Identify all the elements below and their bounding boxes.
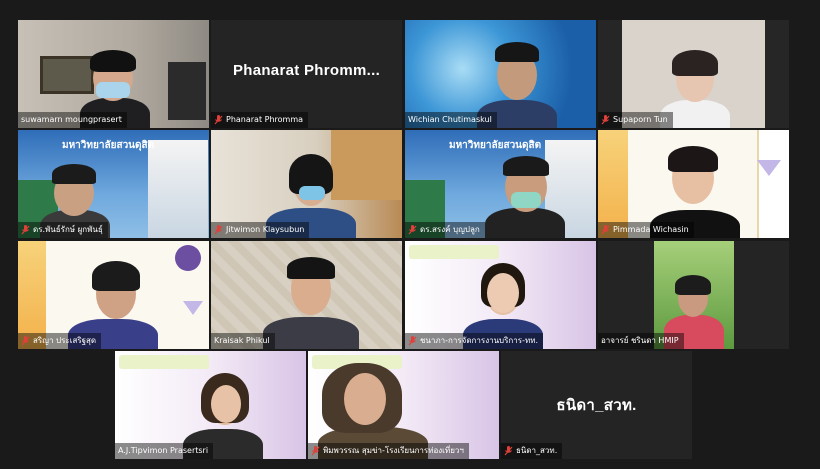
video-tile-5[interactable]: มหาวิทยาลัยสวนดุสิต ดร.พันธ์รักษ์ ผูกพัน… [18,130,209,238]
mic-muted-icon [214,115,223,125]
participant-name: Wichian Chutimaskul [408,115,492,124]
participant-display-name: ธนิดา_สวท. [556,397,637,414]
video-tile-4[interactable]: Supaporn Tun [598,20,789,128]
mic-muted-icon [214,225,223,235]
participant-name-tag: Kraisak Phikul [211,333,275,349]
participant-name-tag: ดร.สรงค์ บุญปลูก [405,222,485,238]
mic-muted-icon [21,225,30,235]
participant-name: พิมพวรรณ สุมข่า-โรงเรียนการท่องเที่ยวฯ [323,446,464,455]
participant-name-tag: ชนาภา-การจัดการงานบริการ-ทท. [405,333,544,349]
participant-name-tag: พิมพวรรณ สุมข่า-โรงเรียนการท่องเที่ยวฯ [308,443,469,459]
participant-name: ดร.สรงค์ บุญปลูก [420,225,480,234]
participant-name: Jitwimon Klaysubun [226,225,305,234]
video-tile-6[interactable]: Jitwimon Klaysubun [211,130,402,238]
participant-name: ชนาภา-การจัดการงานบริการ-ทท. [420,336,539,345]
participant-display-name: Phanarat Phromm... [232,62,381,79]
video-tile-10[interactable]: Kraisak Phikul [211,241,402,349]
mic-muted-icon [601,115,610,125]
mic-muted-icon [21,336,30,346]
university-banner: มหาวิทยาลัยสวนดุสิต [62,140,155,151]
participant-name: A.J.Tipvimon Prasertsri [118,446,209,455]
participant-name-tag: Jitwimon Klaysubun [211,222,310,238]
mic-muted-icon [601,225,610,235]
video-tile-12[interactable]: อาจารย์ ชรินดา HMIP [598,241,789,349]
video-tile-8[interactable]: Pimmada Wichasin [598,130,789,238]
participant-name-tag: Supaporn Tun [598,112,673,128]
video-tile-14[interactable]: พิมพวรรณ สุมข่า-โรงเรียนการท่องเที่ยวฯ [308,351,499,459]
participant-name-tag: อาจารย์ ชรินดา HMIP [598,333,684,349]
video-tile-11[interactable]: ชนาภา-การจัดการงานบริการ-ทท. [405,241,596,349]
video-tile-7[interactable]: มหาวิทยาลัยสวนดุสิต ดร.สรงค์ บุญปลูก [405,130,596,238]
participant-name: suwamarn moungprasert [21,115,122,124]
video-tile-15[interactable]: ธนิดา_สวท. ธนิดา_สวท. [501,351,692,459]
participant-name: ดร.พันธ์รักษ์ ผูกพันธุ์ [33,225,103,234]
participant-name: Phanarat Phromma [226,115,304,124]
participant-name-tag: ธนิดา_สวท. [501,443,563,459]
university-banner: มหาวิทยาลัยสวนดุสิต [449,140,542,151]
participant-name-tag: สริญา ประเสริฐสุด [18,333,102,349]
gallery-view: suwamarn moungprasert Phanarat Phromm...… [0,0,820,469]
participant-name: อาจารย์ ชรินดา HMIP [601,336,679,345]
video-tile-1[interactable]: suwamarn moungprasert [18,20,209,128]
video-tile-9[interactable]: สริญา ประเสริฐสุด [18,241,209,349]
mic-muted-icon [504,446,513,456]
participant-name-tag: suwamarn moungprasert [18,112,127,128]
video-tile-2[interactable]: Phanarat Phromm... Phanarat Phromma [211,20,402,128]
participant-name: ธนิดา_สวท. [516,446,558,455]
video-tile-13[interactable]: A.J.Tipvimon Prasertsri [115,351,306,459]
mic-muted-icon [408,225,417,235]
participant-name: Supaporn Tun [613,115,668,124]
participant-name-tag: Wichian Chutimaskul [405,112,497,128]
participant-name-tag: Pimmada Wichasin [598,222,694,238]
participant-name: Pimmada Wichasin [613,225,689,234]
participant-name-tag: ดร.พันธ์รักษ์ ผูกพันธุ์ [18,222,108,238]
participant-name: สริญา ประเสริฐสุด [33,336,97,345]
participant-name-tag: Phanarat Phromma [211,112,309,128]
video-tile-3[interactable]: Wichian Chutimaskul [405,20,596,128]
participant-name: Kraisak Phikul [214,336,270,345]
mic-muted-icon [311,446,320,456]
participant-name-tag: A.J.Tipvimon Prasertsri [115,443,214,459]
mic-muted-icon [408,336,417,346]
